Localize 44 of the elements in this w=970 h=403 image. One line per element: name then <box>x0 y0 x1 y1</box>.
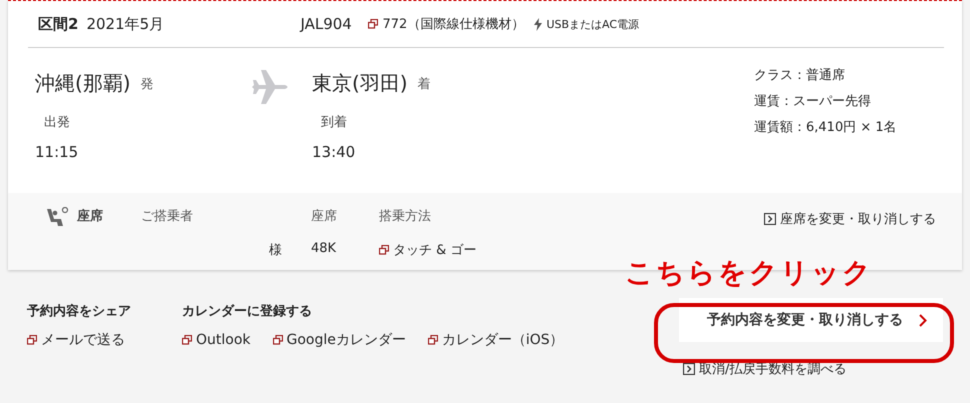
city-name: 東京(羽田) <box>312 70 408 97</box>
external-link-icon <box>272 335 283 345</box>
seat-number: 48K <box>311 241 338 256</box>
external-link-icon <box>379 245 389 255</box>
external-link-icon <box>368 19 378 29</box>
seat-icon <box>45 207 69 229</box>
calendar-link[interactable]: カレンダー（iOS） <box>428 331 564 349</box>
calendar-link[interactable]: Outlook <box>182 332 251 348</box>
flight-month: 2021年5月 <box>86 14 166 34</box>
direction-label: 発 <box>140 76 154 92</box>
external-link-icon <box>428 335 438 345</box>
honorific-text: 様 <box>269 242 283 259</box>
share-title: 予約内容をシェア <box>27 302 132 320</box>
share-link[interactable]: メールで送る <box>27 331 182 349</box>
annotation-text: こちらをクリック <box>625 255 873 291</box>
seat-section-title: 座席 <box>77 208 103 225</box>
lightning-icon <box>534 18 542 30</box>
seat-column-label: ご搭乗者 <box>141 208 194 225</box>
chevron-box-icon <box>683 363 695 375</box>
time-label: 到着 <box>321 114 348 131</box>
change-reservation-button[interactable]: 予約内容を変更・取り消しする <box>679 298 943 342</box>
boarding-method-link[interactable]: タッチ & ゴー <box>379 241 579 259</box>
seat-column-label: 座席 <box>311 208 338 225</box>
fare-detail: 運賃額：6,410円 × 1名 <box>754 119 898 136</box>
flight-time: 11:15 <box>35 143 80 161</box>
calendar-title: カレンダーに登録する <box>182 303 313 320</box>
segment-label: 区間2 <box>38 14 78 34</box>
flight-time: 13:40 <box>312 143 356 161</box>
change-seat-link[interactable]: 座席を変更・取り消しする <box>764 210 936 228</box>
time-label: 出発 <box>44 114 71 131</box>
seat-column-label: 搭乗方法 <box>379 208 432 225</box>
chevron-box-icon <box>764 213 776 225</box>
external-link-icon <box>182 335 192 345</box>
direction-label: 着 <box>418 76 431 92</box>
fare-detail: クラス：普通席 <box>754 66 846 84</box>
external-link-icon <box>27 335 37 345</box>
power-supply-text: USBまたはAC電源 <box>546 16 640 32</box>
fare-detail: 運賃：スーパー先得 <box>754 93 872 110</box>
calendar-link[interactable]: Googleカレンダー <box>272 331 406 349</box>
airplane-icon <box>252 70 290 104</box>
chevron-right-icon <box>919 314 927 326</box>
aircraft-link[interactable]: 772（国際線仕様機材） <box>368 15 534 33</box>
city-name: 沖縄(那覇) <box>35 70 131 97</box>
flight-number: JAL904 <box>300 15 353 33</box>
